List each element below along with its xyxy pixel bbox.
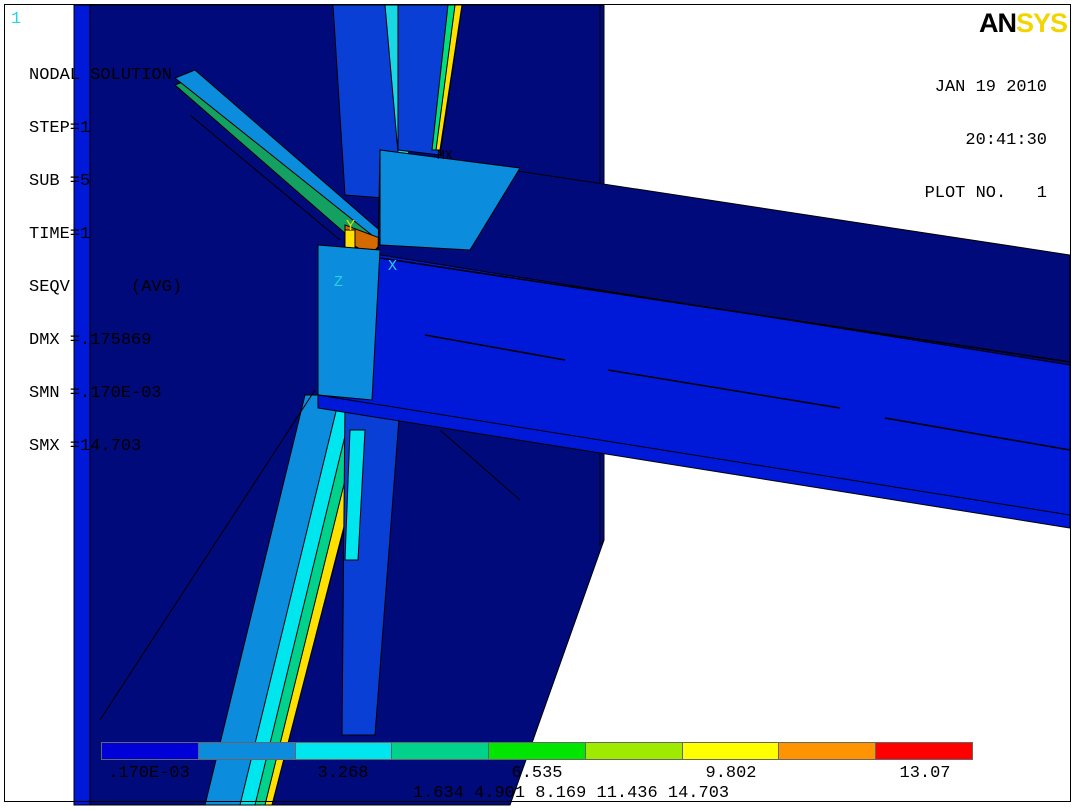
ansys-logo: ANSYS	[978, 8, 1068, 39]
legend-swatch	[489, 743, 586, 759]
legend-label-3: 3.268	[317, 764, 369, 783]
solution-info: NODAL SOLUTION STEP=1 SUB =5 TIME=1 SEQV…	[29, 32, 182, 490]
legend-swatch	[198, 743, 296, 759]
legend-swatch	[585, 743, 683, 759]
date-block: JAN 19 2010 20:41:30 PLOT NO. 1	[925, 44, 1047, 237]
info-smx: SMX =14.703	[29, 437, 142, 456]
legend-label-5: 6.535	[511, 764, 563, 783]
info-step: STEP=1	[29, 119, 91, 138]
window-number: 1	[11, 10, 22, 29]
legend-swatch	[876, 743, 973, 759]
axis-x-label: X	[388, 258, 398, 275]
legend-label-1: .170E-03	[108, 764, 190, 783]
axis-z-label: Z	[334, 274, 344, 291]
info-seqv: SEQV (AVG)	[29, 278, 183, 297]
max-marker: MX	[437, 148, 453, 163]
logo-part-an: AN	[978, 8, 1017, 38]
info-smn: SMN =.170E-03	[29, 384, 162, 403]
contour-legend: .170E-03 3.268 6.535 9.802 13.07 1.634 4…	[101, 742, 973, 803]
info-title: NODAL SOLUTION	[29, 66, 172, 85]
plot-time: 20:41:30	[965, 131, 1047, 150]
info-sub: SUB =5	[29, 172, 91, 191]
beam-end-light	[317, 244, 381, 401]
axis-y-label: Y	[346, 218, 356, 235]
legend-lower-labels: 1.634 4.901 8.169 11.436 14.703	[412, 784, 730, 803]
legend-swatch	[295, 743, 393, 759]
legend-swatch	[682, 743, 780, 759]
legend-label-7: 9.802	[705, 764, 757, 783]
logo-part-sys: SYS	[1015, 8, 1068, 38]
plot-date: JAN 19 2010	[934, 78, 1047, 97]
info-dmx: DMX =.175869	[29, 331, 152, 350]
legend-swatch	[392, 743, 490, 759]
legend-swatch	[102, 743, 199, 759]
legend-swatch	[779, 743, 877, 759]
info-time: TIME=1	[29, 225, 91, 244]
graphics-viewport[interactable]: 1 NODAL SOLUTION STEP=1 SUB =5 TIME=1 SE…	[0, 0, 1077, 810]
plot-number: PLOT NO. 1	[924, 184, 1047, 203]
legend-bar	[101, 742, 973, 760]
legend-label-9: 13.07	[899, 764, 951, 783]
